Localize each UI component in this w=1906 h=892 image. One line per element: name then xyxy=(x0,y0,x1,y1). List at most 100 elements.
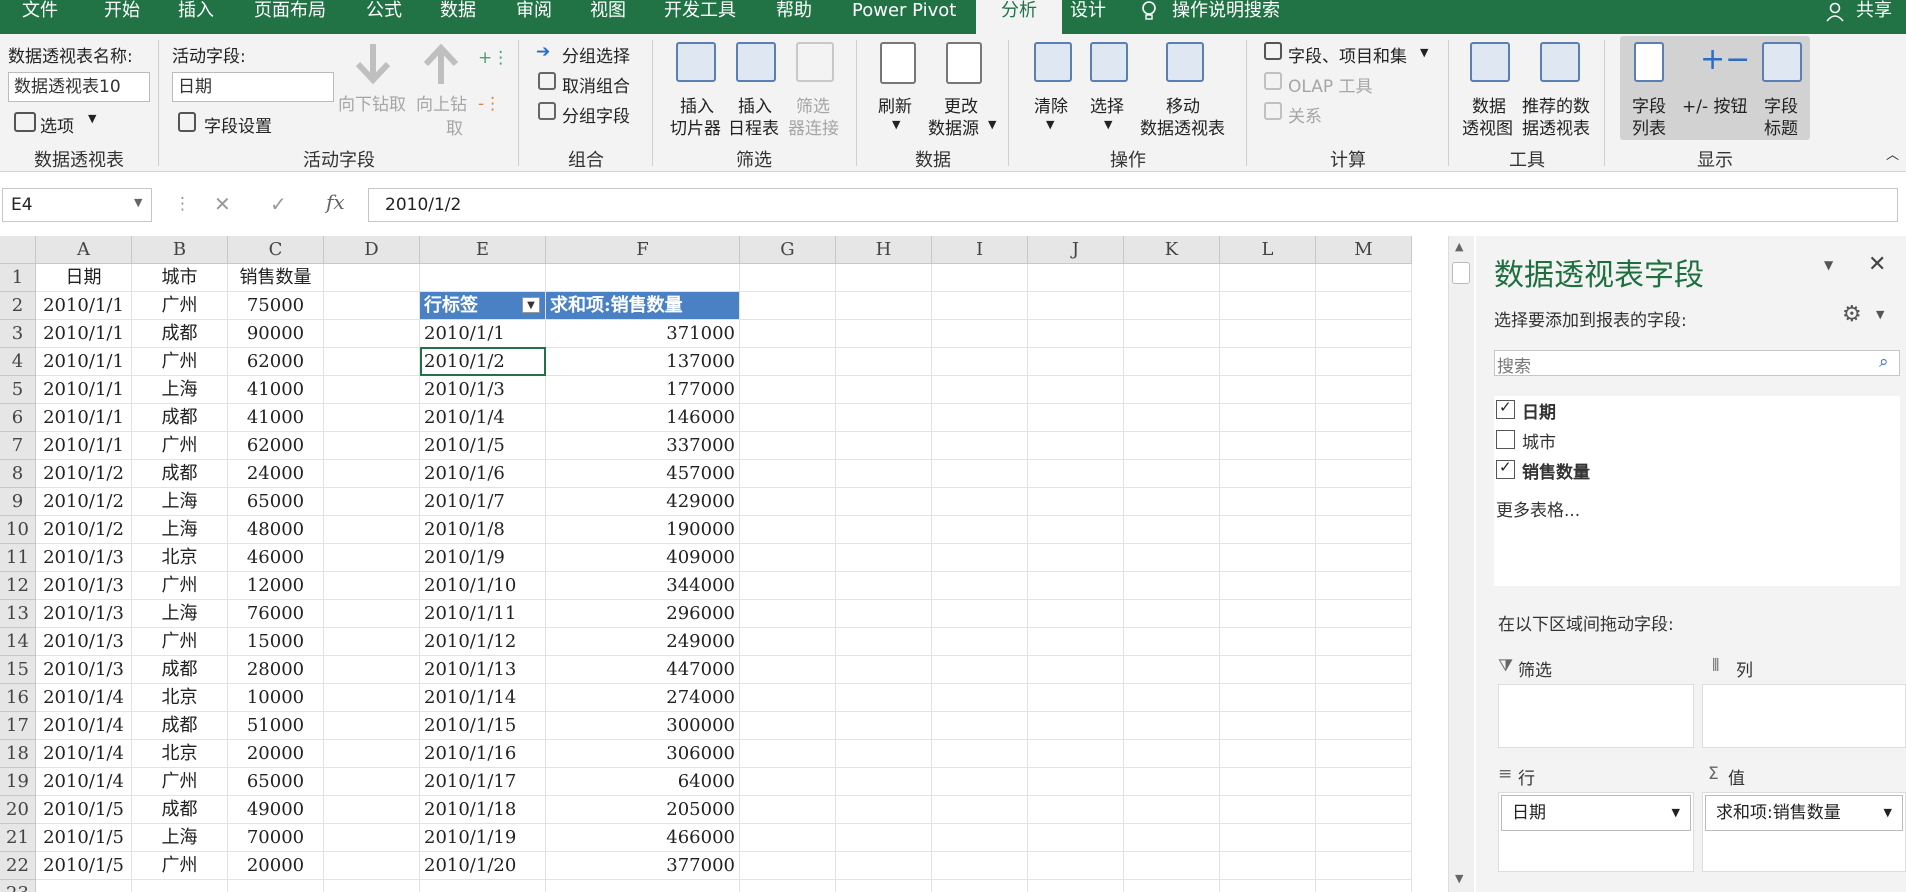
grid-cell[interactable] xyxy=(1028,796,1124,824)
grid-cell[interactable] xyxy=(1220,404,1316,432)
grid-cell[interactable] xyxy=(324,600,420,628)
cancel-icon[interactable]: ✕ xyxy=(214,192,231,216)
grid-cell[interactable] xyxy=(1316,544,1412,572)
table-cell[interactable]: 20000 xyxy=(228,852,324,880)
table-cell[interactable]: 2010/1/4 xyxy=(36,768,132,796)
table-cell[interactable]: 62000 xyxy=(228,348,324,376)
column-header[interactable]: J xyxy=(1028,236,1124,264)
table-header[interactable]: 日期 xyxy=(36,264,132,292)
pivot-value[interactable]: 300000 xyxy=(546,712,740,740)
grid-cell[interactable] xyxy=(1316,712,1412,740)
pivot-value[interactable]: 177000 xyxy=(546,376,740,404)
grid-cell[interactable] xyxy=(1124,404,1220,432)
grid-cell[interactable] xyxy=(836,628,932,656)
grid-cell[interactable] xyxy=(932,404,1028,432)
share-button[interactable]: 共享 xyxy=(1856,0,1892,34)
values-field-item[interactable]: 求和项:销售数量 ▼ xyxy=(1705,795,1903,831)
pivot-row-label[interactable]: 2010/1/17 xyxy=(420,768,546,796)
grid-cell[interactable] xyxy=(932,320,1028,348)
table-cell[interactable]: 75000 xyxy=(228,292,324,320)
grid-cell[interactable] xyxy=(836,572,932,600)
grid-cell[interactable] xyxy=(1220,796,1316,824)
table-cell[interactable]: 2010/1/4 xyxy=(36,684,132,712)
worksheet-grid[interactable]: A B C D E F G H I J K L M 1 2 3 4 5 6 7 8 9 10 11 12 13 14 15 16 17 18… xyxy=(0,236,1446,892)
pivot-value[interactable]: 344000 xyxy=(546,572,740,600)
grid-cell[interactable] xyxy=(1124,572,1220,600)
grid-cell[interactable] xyxy=(420,264,546,292)
pivot-name-input[interactable]: 数据透视表10 xyxy=(8,72,150,102)
grid-cell[interactable] xyxy=(836,376,932,404)
pivot-row-label[interactable]: 2010/1/3 xyxy=(420,376,546,404)
table-cell[interactable]: 2010/1/1 xyxy=(36,404,132,432)
collapse-field-icon[interactable]: -⋮ xyxy=(478,94,501,114)
row-header[interactable]: 11 xyxy=(0,544,36,572)
plus-minus-buttons-button[interactable]: +/- 按钮 xyxy=(1682,92,1748,117)
grid-cell[interactable] xyxy=(1316,460,1412,488)
grid-cell[interactable] xyxy=(324,852,420,880)
grid-cell[interactable] xyxy=(1124,320,1220,348)
grid-cell[interactable] xyxy=(932,264,1028,292)
row-header[interactable]: 10 xyxy=(0,516,36,544)
table-cell[interactable]: 28000 xyxy=(228,656,324,684)
pivot-value[interactable]: 249000 xyxy=(546,628,740,656)
grid-cell[interactable] xyxy=(932,600,1028,628)
grid-cell[interactable] xyxy=(1316,768,1412,796)
table-cell[interactable]: 2010/1/4 xyxy=(36,740,132,768)
grid-cell[interactable] xyxy=(324,544,420,572)
pivot-row-label[interactable]: 2010/1/9 xyxy=(420,544,546,572)
column-header[interactable]: F xyxy=(546,236,740,264)
grid-cell[interactable] xyxy=(1220,824,1316,852)
grid-cell[interactable] xyxy=(324,628,420,656)
grid-cell[interactable] xyxy=(740,376,836,404)
grid-cell[interactable] xyxy=(36,880,132,892)
grid-cell[interactable] xyxy=(836,852,932,880)
grid-cell[interactable] xyxy=(1316,488,1412,516)
grid-cell[interactable] xyxy=(324,292,420,320)
grid-cell[interactable] xyxy=(1028,684,1124,712)
grid-cell[interactable] xyxy=(1316,824,1412,852)
grid-cell[interactable] xyxy=(1316,432,1412,460)
grid-cell[interactable] xyxy=(740,264,836,292)
collapse-ribbon-icon[interactable]: ︿ xyxy=(1886,144,1899,163)
vertical-scrollbar[interactable]: ▲ ▼ xyxy=(1448,236,1474,892)
grid-cell[interactable] xyxy=(932,880,1028,892)
pivot-value[interactable]: 274000 xyxy=(546,684,740,712)
tab-analyze[interactable]: 分析 xyxy=(976,0,1062,36)
table-cell[interactable]: 上海 xyxy=(132,488,228,516)
grid-cell[interactable] xyxy=(324,516,420,544)
grid-cell[interactable] xyxy=(740,292,836,320)
table-cell[interactable]: 51000 xyxy=(228,712,324,740)
pivot-values-header[interactable]: 求和项:销售数量 xyxy=(546,292,740,320)
grid-cell[interactable] xyxy=(1220,432,1316,460)
grid-cell[interactable] xyxy=(228,880,324,892)
grid-cell[interactable] xyxy=(1220,348,1316,376)
grid-cell[interactable] xyxy=(740,432,836,460)
grid-cell[interactable] xyxy=(1124,544,1220,572)
pane-options-chevron-icon[interactable]: ▼ xyxy=(1824,258,1833,272)
grid-cell[interactable] xyxy=(932,348,1028,376)
grid-cell[interactable] xyxy=(1316,628,1412,656)
grid-cell[interactable] xyxy=(740,544,836,572)
table-cell[interactable]: 成都 xyxy=(132,796,228,824)
ungroup-button[interactable]: 取消组合 xyxy=(562,72,630,97)
select-all-corner[interactable] xyxy=(0,236,36,264)
pivot-row-label[interactable]: 2010/1/5 xyxy=(420,432,546,460)
table-cell[interactable]: 2010/1/3 xyxy=(36,600,132,628)
grid-cell[interactable] xyxy=(932,656,1028,684)
grid-cell[interactable] xyxy=(932,712,1028,740)
grid-cell[interactable] xyxy=(324,460,420,488)
pivot-row-label[interactable]: 2010/1/10 xyxy=(420,572,546,600)
grid-cell[interactable] xyxy=(1220,712,1316,740)
column-header[interactable]: H xyxy=(836,236,932,264)
grid-cell[interactable] xyxy=(932,376,1028,404)
grid-cell[interactable] xyxy=(1028,768,1124,796)
tab-power-pivot[interactable]: Power Pivot xyxy=(852,0,956,34)
tab-view[interactable]: 视图 xyxy=(590,0,626,34)
grid-cell[interactable] xyxy=(932,740,1028,768)
grid-cell[interactable] xyxy=(1028,432,1124,460)
grid-cell[interactable] xyxy=(324,684,420,712)
grid-cell[interactable] xyxy=(546,880,740,892)
refresh-button[interactable]: 刷新 xyxy=(878,92,912,117)
table-cell[interactable]: 48000 xyxy=(228,516,324,544)
grid-cell[interactable] xyxy=(932,488,1028,516)
